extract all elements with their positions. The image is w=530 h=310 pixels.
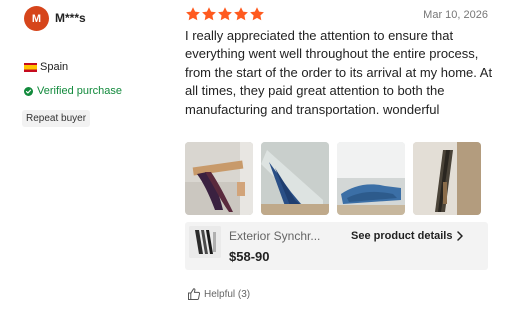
review-photos — [185, 142, 481, 215]
country-label: Spain — [40, 61, 69, 73]
product-card[interactable]: Exterior Synchr... $58-90 See product de… — [185, 222, 488, 270]
review-photo[interactable] — [413, 142, 481, 215]
review-photo[interactable] — [185, 142, 253, 215]
thumbs-up-icon — [188, 288, 201, 300]
spain-flag-icon — [24, 62, 37, 72]
helpful-label: Helpful (3) — [204, 288, 251, 300]
review-photo[interactable] — [337, 142, 405, 215]
verified-label: Verified purchase — [37, 85, 122, 97]
product-thumbnail[interactable] — [189, 226, 221, 258]
review-date: Mar 10, 2026 — [423, 9, 488, 21]
star-icon — [234, 7, 248, 21]
reviewer-name: M***s — [55, 11, 86, 25]
star-icon — [202, 7, 216, 21]
avatar: M — [24, 6, 49, 31]
reviewer-country: Spain — [24, 61, 68, 73]
star-icon — [186, 7, 200, 21]
repeat-buyer-badge: Repeat buyer — [22, 110, 91, 127]
chevron-right-icon — [457, 231, 464, 241]
review-photo[interactable] — [261, 142, 329, 215]
product-price: $58-90 — [229, 249, 270, 264]
review-text: I really appreciated the attention to en… — [185, 28, 493, 117]
see-product-details-link[interactable]: See product details — [351, 230, 464, 242]
verified-check-icon — [24, 86, 33, 96]
star-icon — [250, 7, 264, 21]
product-title[interactable]: Exterior Synchr... — [229, 229, 341, 243]
star-rating — [185, 6, 265, 22]
verified-purchase: Verified purchase — [24, 85, 122, 97]
helpful-button[interactable]: Helpful (3) — [187, 287, 250, 301]
product-details-label: See product details — [351, 230, 453, 242]
star-icon — [218, 7, 232, 21]
